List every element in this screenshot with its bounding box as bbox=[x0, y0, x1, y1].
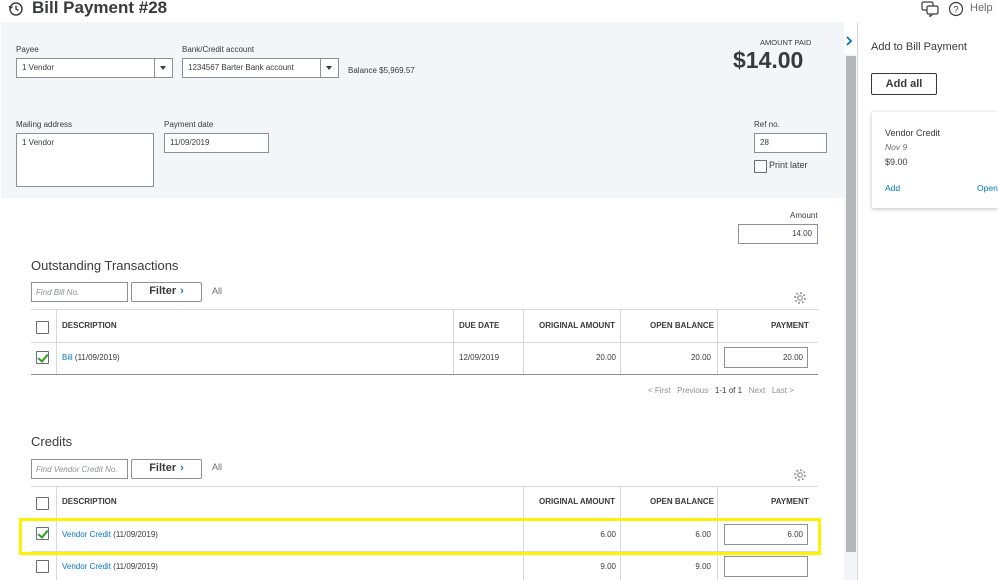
credit-row-2-date: (11/09/2019) bbox=[113, 562, 158, 571]
credit-row-2-payment-input[interactable] bbox=[724, 556, 808, 577]
credit-row-2-description: Vendor Credit (11/09/2019) bbox=[62, 562, 158, 571]
card-open-link[interactable]: Open bbox=[977, 183, 998, 193]
credits-table-top-border bbox=[31, 486, 818, 487]
pager-first[interactable]: < First bbox=[648, 386, 670, 395]
table-bottom-border bbox=[31, 374, 818, 375]
amount-label: Amount bbox=[790, 211, 818, 220]
payment-date-field[interactable]: 11/09/2019 bbox=[164, 133, 269, 153]
pager-last[interactable]: Last > bbox=[772, 386, 794, 395]
outstanding-title: Outstanding Transactions bbox=[31, 258, 179, 273]
payee-select[interactable]: 1 Vendor bbox=[16, 58, 173, 78]
bill-open-balance: 20.00 bbox=[690, 353, 711, 362]
balance-text: Balance $5,969.57 bbox=[348, 66, 415, 75]
pager-range: 1-1 of 1 bbox=[714, 386, 743, 395]
pager: < First Previous 1-1 of 1 Next Last > bbox=[648, 386, 794, 395]
mailing-address-label: Mailing address bbox=[16, 120, 73, 129]
pager-next[interactable]: Next bbox=[749, 386, 765, 395]
bill-description: Bill (11/09/2019) bbox=[62, 353, 120, 362]
filter-label: Filter bbox=[149, 462, 177, 474]
chevron-right-icon: › bbox=[180, 285, 184, 297]
credit-row-2-open-balance: 9.00 bbox=[695, 562, 711, 571]
payee-label: Payee bbox=[16, 45, 39, 54]
gear-icon[interactable] bbox=[793, 468, 807, 482]
filter-label: Filter bbox=[149, 285, 177, 297]
highlight-annotation bbox=[19, 518, 821, 555]
bank-account-dropdown-icon[interactable] bbox=[320, 59, 338, 78]
bill-date: (11/09/2019) bbox=[74, 353, 120, 362]
amount-field[interactable]: 14.00 bbox=[738, 224, 818, 244]
svg-text:?: ? bbox=[953, 5, 958, 15]
payment-date-label: Payment date bbox=[164, 120, 214, 129]
credits-col-original-amount[interactable]: ORIGINAL AMOUNT bbox=[539, 497, 615, 506]
recent-transactions-icon[interactable] bbox=[8, 1, 24, 17]
credit-row-2-original-amount: 9.00 bbox=[600, 562, 616, 571]
gear-icon[interactable] bbox=[793, 291, 807, 305]
page-title: Bill Payment #28 bbox=[32, 0, 168, 17]
card-amount: $9.00 bbox=[885, 157, 908, 167]
vendor-credit-link[interactable]: Vendor Credit bbox=[62, 562, 111, 571]
ref-no-field[interactable]: 28 bbox=[754, 133, 827, 153]
bank-account-select[interactable]: 1234567 Barter Bank account bbox=[182, 58, 339, 78]
outstanding-all-label: All bbox=[212, 286, 223, 296]
bank-account-label: Bank/Credit account bbox=[182, 45, 255, 54]
credits-all-label: All bbox=[212, 462, 223, 472]
find-bill-input[interactable]: Find Bill No. bbox=[31, 282, 128, 302]
card-add-link[interactable]: Add bbox=[885, 183, 900, 193]
amount-paid-label: AMOUNT PAID bbox=[760, 38, 812, 47]
help-label[interactable]: Help bbox=[970, 2, 993, 14]
add-all-button[interactable]: Add all bbox=[871, 73, 937, 95]
outstanding-filter-button[interactable]: Filter › bbox=[131, 282, 202, 302]
credits-col-payment[interactable]: PAYMENT bbox=[771, 497, 809, 506]
bill-due-date: 12/09/2019 bbox=[459, 353, 500, 362]
col-payment[interactable]: PAYMENT bbox=[771, 321, 809, 330]
bill-payment-input[interactable]: 20.00 bbox=[724, 347, 808, 368]
chevron-right-icon: › bbox=[180, 462, 184, 474]
col-description[interactable]: DESCRIPTION bbox=[62, 321, 117, 330]
credit-row-2-checkbox[interactable] bbox=[36, 560, 49, 573]
help-icon[interactable]: ? bbox=[948, 1, 964, 17]
credits-col-open-balance[interactable]: OPEN BALANCE bbox=[650, 497, 714, 506]
credits-title: Credits bbox=[31, 434, 73, 449]
feedback-icon[interactable] bbox=[921, 1, 939, 17]
bill-original-amount: 20.00 bbox=[595, 353, 616, 362]
col-open-balance[interactable]: OPEN BALANCE bbox=[650, 321, 714, 330]
print-later-checkbox[interactable] bbox=[754, 160, 767, 173]
top-bar: Bill Payment #28 ? Help bbox=[0, 0, 998, 22]
payee-value: 1 Vendor bbox=[22, 63, 55, 72]
scrollbar-thumb[interactable] bbox=[846, 56, 856, 552]
bank-account-value: 1234567 Barter Bank account bbox=[188, 63, 294, 72]
card-date: Nov 9 bbox=[885, 142, 908, 152]
credits-col-description[interactable]: DESCRIPTION bbox=[62, 497, 117, 506]
mailing-address-field[interactable]: 1 Vendor bbox=[16, 133, 154, 187]
payee-dropdown-icon[interactable] bbox=[154, 59, 172, 78]
side-panel bbox=[857, 22, 998, 580]
ref-no-label: Ref no. bbox=[754, 120, 780, 129]
col-due-date[interactable]: DUE DATE bbox=[459, 321, 499, 330]
header-divider bbox=[31, 342, 818, 343]
pager-previous[interactable]: Previous bbox=[677, 386, 708, 395]
side-panel-title: Add to Bill Payment bbox=[871, 41, 967, 53]
col-original-amount[interactable]: ORIGINAL AMOUNT bbox=[539, 321, 615, 330]
print-later-label: Print later bbox=[769, 160, 808, 170]
find-vendor-credit-input[interactable]: Find Vendor Credit No. bbox=[31, 459, 128, 479]
select-all-bills-checkbox[interactable] bbox=[36, 321, 49, 334]
select-all-credits-checkbox[interactable] bbox=[36, 497, 49, 510]
bill-row-checkbox[interactable] bbox=[36, 351, 49, 364]
amount-paid-value: $14.00 bbox=[733, 47, 804, 73]
bill-link[interactable]: Bill bbox=[62, 353, 73, 362]
card-title: Vendor Credit bbox=[885, 128, 941, 138]
collapse-panel-chevron-icon[interactable] bbox=[843, 34, 855, 48]
credits-filter-button[interactable]: Filter › bbox=[131, 459, 202, 479]
table-top-border bbox=[31, 309, 818, 310]
